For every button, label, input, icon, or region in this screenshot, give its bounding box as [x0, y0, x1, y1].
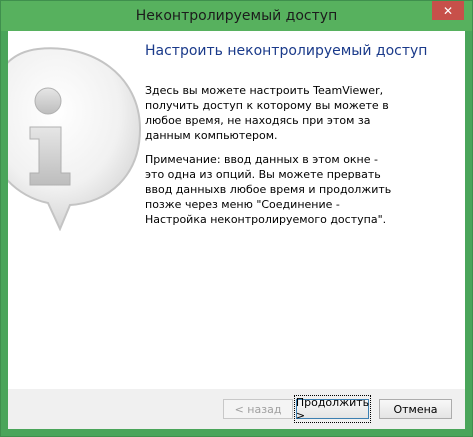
description-text: Здесь вы можете настроить TeamViewer, по…	[145, 84, 389, 142]
note-text: Примечание: ввод данных в этом окне - эт…	[145, 153, 392, 226]
button-bar: < назад Продолжить > Отмена	[8, 389, 465, 429]
back-button[interactable]: < назад	[223, 399, 293, 419]
dialog-window: Неконтролируемый доступ ✕ Настроить неко…	[0, 0, 473, 437]
window-title: Неконтролируемый доступ	[135, 8, 338, 24]
close-icon: ✕	[442, 3, 454, 18]
next-button[interactable]: Продолжить >	[293, 395, 372, 423]
title-bar[interactable]: Неконтролируемый доступ ✕	[1, 1, 472, 31]
page-heading: Настроить неконтролируемый доступ	[145, 43, 428, 59]
dialog-content: Настроить неконтролируемый доступ Здесь …	[8, 31, 465, 429]
cancel-button[interactable]: Отмена	[379, 399, 452, 419]
close-button[interactable]: ✕	[432, 1, 464, 20]
next-button-label: Продолжить >	[293, 395, 372, 423]
info-bubble-icon	[8, 47, 142, 231]
